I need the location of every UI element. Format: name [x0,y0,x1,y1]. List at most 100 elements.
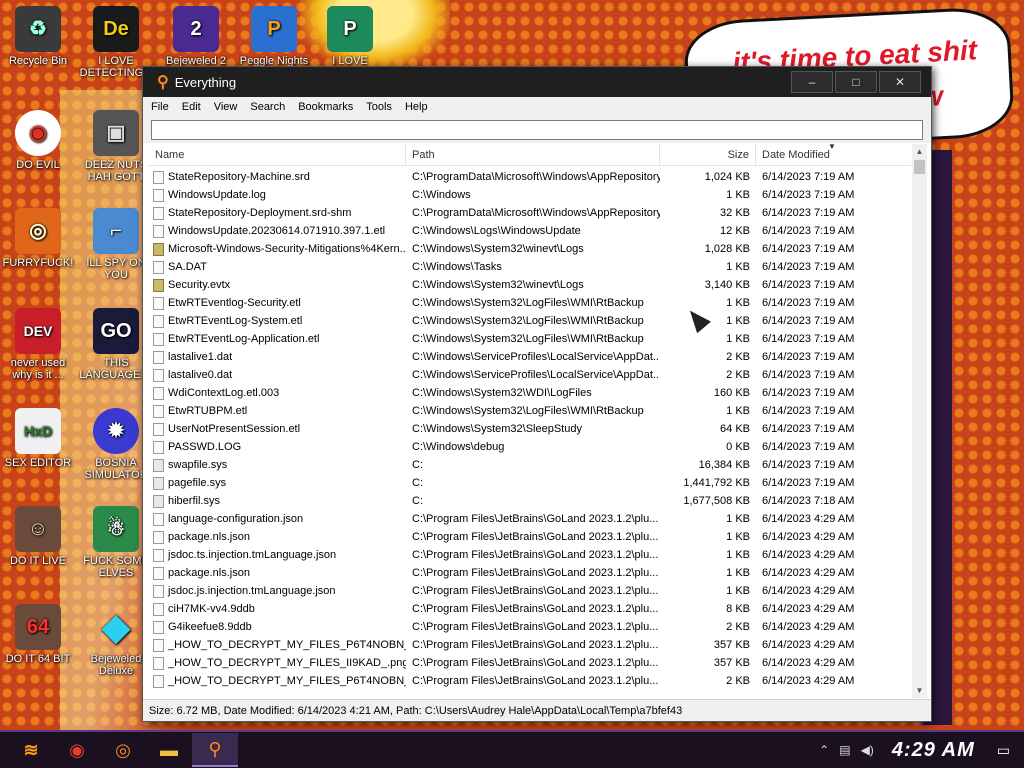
table-row[interactable]: _HOW_TO_DECRYPT_MY_FILES_P6T4NOBN_.... C:… [149,636,911,654]
search-input[interactable] [151,120,923,140]
table-row[interactable]: PASSWD.LOG C:\Windows\debug 0 KB 6/14/2023 … [149,438,911,456]
file-name-cell[interactable]: EtwRTEventlog-Security.etl [149,294,406,312]
table-row[interactable]: EtwRTEventlog-Security.etl C:\Windows\Sys… [149,294,911,312]
goland-icon: GO [93,308,139,354]
menu-bookmarks[interactable]: Bookmarks [298,101,353,113]
file-name-cell[interactable]: pagefile.sys [149,474,406,492]
menu-file[interactable]: File [151,101,169,113]
table-row[interactable]: lastalive0.dat C:\Windows\ServiceProfiles… [149,366,911,384]
table-row[interactable]: hiberfil.sys C: 1,677,508 KB 6/14/2023 7:18… [149,492,911,510]
column-path[interactable]: Path [406,144,660,166]
table-row[interactable]: swapfile.sys C: 16,384 KB 6/14/2023 7:19 AM [149,456,911,474]
taskbar-chrome[interactable]: ◉ [54,733,100,767]
menu-edit[interactable]: Edit [182,101,201,113]
desktop-icon-do-it-live[interactable]: ☺ DO IT LIVE [0,506,76,567]
table-row[interactable]: Microsoft-Windows-Security-Mitigations%4… [149,240,911,258]
menu-view[interactable]: View [214,101,238,113]
notification-icon[interactable]: ▭ [997,742,1010,759]
table-row[interactable]: _HOW_TO_DECRYPT_MY_FILES_P6T4NOBN_.txt C:… [149,672,911,690]
file-name: EtwRTEventLog-Application.etl [168,333,320,345]
file-name-cell[interactable]: EtwRTEventLog-Application.etl [149,330,406,348]
file-name-cell[interactable]: _HOW_TO_DECRYPT_MY_FILES_P6T4NOBN_.... [149,636,406,654]
file-name-cell[interactable]: Microsoft-Windows-Security-Mitigations%4… [149,240,406,258]
file-name-cell[interactable]: jsdoc.ts.injection.tmLanguage.json [149,546,406,564]
title-bar[interactable]: ⚲ Everything – □ ✕ [143,67,931,97]
taskbar-everything[interactable]: ⚲ [192,733,238,767]
taskbar-file-explorer[interactable]: ▬ [146,733,192,767]
menu-tools[interactable]: Tools [366,101,392,113]
table-row[interactable]: EtwRTEventLog-Application.etl C:\Windows\… [149,330,911,348]
scroll-down-icon[interactable]: ▼ [912,683,927,698]
file-name-cell[interactable]: _HOW_TO_DECRYPT_MY_FILES_P6T4NOBN_.txt [149,672,406,690]
table-row[interactable]: package.nls.json C:\Program Files\JetBrai… [149,528,911,546]
close-button[interactable]: ✕ [879,71,921,93]
table-row[interactable]: _HOW_TO_DECRYPT_MY_FILES_II9KAD_.png C:\P… [149,654,911,672]
desktop-icon-bejeweled-2[interactable]: 2 Bejeweled 2 [158,6,234,67]
desktop-icon-peggle[interactable]: P Peggle Nights [236,6,312,67]
column-date-modified[interactable]: Date Modified ▼ [756,142,911,166]
table-row[interactable]: WdiContextLog.etl.003 C:\Windows\System32… [149,384,911,402]
table-row[interactable]: WindowsUpdate.log C:\Windows 1 KB 6/14/2023… [149,186,911,204]
file-name-cell[interactable]: language-configuration.json [149,510,406,528]
file-name-cell[interactable]: EtwRTUBPM.etl [149,402,406,420]
desktop-icon-devcpp[interactable]: DEV never used why is it ... [0,308,76,381]
column-name[interactable]: Name [149,144,406,166]
clock[interactable]: 4:29 AM [892,739,975,762]
table-row[interactable]: ciH7MK-vv4.9ddb C:\Program Files\JetBrain… [149,600,911,618]
file-name-cell[interactable]: package.nls.json [149,564,406,582]
table-row[interactable]: EtwRTEventLog-System.etl C:\Windows\Syste… [149,312,911,330]
desktop-icon-recycle-bin[interactable]: ♻ Recycle Bin [0,6,76,67]
file-name-cell[interactable]: StateRepository-Machine.srd [149,168,406,186]
table-row[interactable]: UserNotPresentSession.etl C:\Windows\Syst… [149,420,911,438]
volume-icon[interactable]: ◀) [861,743,874,757]
menu-help[interactable]: Help [405,101,428,113]
file-name-cell[interactable]: WindowsUpdate.20230614.071910.397.1.etl [149,222,406,240]
file-name-cell[interactable]: lastalive1.dat [149,348,406,366]
network-icon[interactable]: ▤ [839,743,850,757]
desktop-icon-publisher[interactable]: P I LOVE [312,6,388,67]
file-name-cell[interactable]: package.nls.json [149,528,406,546]
maximize-button[interactable]: □ [835,71,877,93]
table-row[interactable]: pagefile.sys C: 1,441,792 KB 6/14/2023 7:19… [149,474,911,492]
table-row[interactable]: package.nls.json C:\Program Files\JetBrai… [149,564,911,582]
file-name-cell[interactable]: StateRepository-Deployment.srd-shm [149,204,406,222]
table-row[interactable]: WindowsUpdate.20230614.071910.397.1.etl C… [149,222,911,240]
desktop-icon-chrome[interactable]: ◉ DO EVIL [0,110,76,171]
table-row[interactable]: StateRepository-Machine.srd C:\ProgramDat… [149,168,911,186]
table-row[interactable]: lastalive1.dat C:\Windows\ServiceProfiles… [149,348,911,366]
file-name-cell[interactable]: PASSWD.LOG [149,438,406,456]
file-name-cell[interactable]: Security.evtx [149,276,406,294]
table-row[interactable]: EtwRTUBPM.etl C:\Windows\System32\LogFile… [149,402,911,420]
file-name-cell[interactable]: _HOW_TO_DECRYPT_MY_FILES_II9KAD_.png [149,654,406,672]
file-name-cell[interactable]: ciH7MK-vv4.9ddb [149,600,406,618]
file-name-cell[interactable]: WindowsUpdate.log [149,186,406,204]
file-name-cell[interactable]: UserNotPresentSession.etl [149,420,406,438]
file-name-cell[interactable]: lastalive0.dat [149,366,406,384]
table-row[interactable]: jsdoc.js.injection.tmLanguage.json C:\Pro… [149,582,911,600]
column-size[interactable]: Size [660,144,756,166]
menu-search[interactable]: Search [250,101,285,113]
desktop-icon-hxd[interactable]: HxD SEX EDITOR [0,408,76,469]
table-row[interactable]: language-configuration.json C:\Program Fi… [149,510,911,528]
vertical-scrollbar[interactable]: ▲ ▼ [912,144,927,698]
scroll-thumb[interactable] [914,160,925,174]
table-row[interactable]: jsdoc.ts.injection.tmLanguage.json C:\Pro… [149,546,911,564]
file-name-cell[interactable]: swapfile.sys [149,456,406,474]
scroll-up-icon[interactable]: ▲ [912,144,927,159]
table-row[interactable]: StateRepository-Deployment.srd-shm C:\Pro… [149,204,911,222]
desktop-icon-firefox[interactable]: ◎ FURRYFUCK! [0,208,76,269]
file-name-cell[interactable]: hiberfil.sys [149,492,406,510]
taskbar-firefox[interactable]: ◎ [100,733,146,767]
file-name-cell[interactable]: EtwRTEventLog-System.etl [149,312,406,330]
minimize-button[interactable]: – [791,71,833,93]
chevron-up-icon[interactable]: ⌃ [819,743,829,757]
file-name-cell[interactable]: SA.DAT [149,258,406,276]
table-row[interactable]: G4ikeefue8.9ddb C:\Program Files\JetBrain… [149,618,911,636]
table-row[interactable]: SA.DAT C:\Windows\Tasks 1 KB 6/14/2023 7:19… [149,258,911,276]
file-name-cell[interactable]: G4ikeefue8.9ddb [149,618,406,636]
start-button[interactable]: ≋ [8,733,54,767]
file-name-cell[interactable]: WdiContextLog.etl.003 [149,384,406,402]
file-name-cell[interactable]: jsdoc.js.injection.tmLanguage.json [149,582,406,600]
desktop-icon-64-bit[interactable]: 64 DO IT 64 BIT [0,604,76,665]
table-row[interactable]: Security.evtx C:\Windows\System32\winevt\… [149,276,911,294]
